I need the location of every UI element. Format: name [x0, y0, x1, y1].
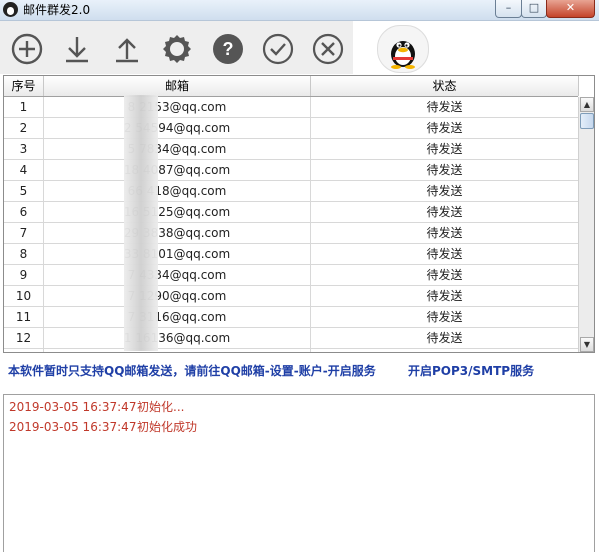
- notice-text: 本软件暂时只支持QQ邮箱发送，请前往QQ邮箱-设置-账户-开启服务: [8, 364, 376, 378]
- row-status: 待发送: [311, 181, 579, 201]
- scrollbar-thumb[interactable]: [580, 113, 594, 129]
- row-number: 9: [4, 265, 44, 285]
- row-email: 33 8101@qq.com: [44, 244, 311, 264]
- row-number: 12: [4, 328, 44, 348]
- enable-smtp-link[interactable]: 开启POP3/SMTP服务: [408, 362, 534, 379]
- table-row[interactable]: 11 7 3116@qq.com 待发送: [4, 307, 579, 328]
- row-number: 7: [4, 223, 44, 243]
- table-row[interactable]: 8 33 8101@qq.com 待发送: [4, 244, 579, 265]
- table-row[interactable]: 97 4334@qq.com 待发送: [4, 265, 579, 286]
- row-email: 2 54594@qq.com: [44, 118, 311, 138]
- maximize-button[interactable]: □: [521, 0, 547, 18]
- row-number: 8: [4, 244, 44, 264]
- row-number: 4: [4, 160, 44, 180]
- svg-text:?: ?: [223, 39, 234, 59]
- table-row[interactable]: 35 7834@qq.com 待发送: [4, 139, 579, 160]
- row-email: 8 2153@qq.com: [44, 97, 311, 117]
- qq-penguin-icon[interactable]: [377, 25, 429, 73]
- row-email: 66 418@qq.com: [44, 181, 311, 201]
- row-status: 待发送: [311, 160, 579, 180]
- toolbar: ?: [0, 21, 599, 74]
- row-email: 5 7834@qq.com: [44, 139, 311, 159]
- row-email: 29 3838@qq.com: [44, 223, 311, 243]
- redaction-blur: [124, 95, 158, 351]
- row-number: 5: [4, 181, 44, 201]
- table-row[interactable]: 22 54594@qq.com 待发送: [4, 118, 579, 139]
- log-line: 2019-03-05 16:37:47初始化成功: [9, 418, 197, 435]
- row-status: 待发送: [311, 265, 579, 285]
- row-status: 待发送: [311, 139, 579, 159]
- log-line: 2019-03-05 16:37:47初始化...: [9, 398, 184, 415]
- minimize-button[interactable]: –: [495, 0, 522, 18]
- row-number: 3: [4, 139, 44, 159]
- log-message: 初始化...: [137, 400, 185, 414]
- row-number: 11: [4, 307, 44, 327]
- column-header-status[interactable]: 状态: [311, 76, 579, 96]
- row-email: 7 3116@qq.com: [44, 307, 311, 327]
- row-email: 7 4334@qq.com: [44, 265, 311, 285]
- table-row[interactable]: 4 18 4087@qq.com 待发送: [4, 160, 579, 181]
- row-status: 待发送: [311, 328, 579, 348]
- column-header-email[interactable]: 邮箱: [44, 76, 311, 96]
- table-row[interactable]: 5 66 418@qq.com 待发送: [4, 181, 579, 202]
- log-timestamp: 2019-03-05 16:37:47: [9, 400, 137, 414]
- upload-icon[interactable]: [110, 32, 144, 66]
- row-status: 待发送: [311, 118, 579, 138]
- scroll-down-arrow-icon[interactable]: ▼: [580, 337, 594, 352]
- table-row[interactable]: 6 16 5125@qq.com 待发送: [4, 202, 579, 223]
- add-icon[interactable]: [10, 32, 44, 66]
- row-email: 16 5125@qq.com: [44, 202, 311, 222]
- row-email: 1 16136@qq.com: [44, 328, 311, 348]
- row-status: 待发送: [311, 202, 579, 222]
- close-button[interactable]: ✕: [546, 0, 595, 18]
- log-timestamp: 2019-03-05 16:37:47: [9, 420, 137, 434]
- row-status: 待发送: [311, 286, 579, 306]
- table-scrollbar[interactable]: ▲ ▼: [578, 97, 594, 352]
- window-title: 邮件群发2.0: [23, 3, 91, 17]
- help-icon[interactable]: ?: [211, 32, 245, 66]
- email-table: 序号 邮箱 状态 18 2153@qq.com 待发送 2 2 54594@qq.co…: [3, 75, 595, 353]
- notice-bar: 本软件暂时只支持QQ邮箱发送，请前往QQ邮箱-设置-账户-开启服务 开启POP3…: [0, 353, 599, 393]
- row-number: 6: [4, 202, 44, 222]
- table-row[interactable]: 10 7 1290@qq.com 待发送: [4, 286, 579, 307]
- row-number: 10: [4, 286, 44, 306]
- cancel-icon[interactable]: [311, 32, 345, 66]
- log-message: 初始化成功: [137, 420, 198, 434]
- scroll-up-arrow-icon[interactable]: ▲: [580, 97, 594, 112]
- row-email: 7 1290@qq.com: [44, 286, 311, 306]
- title-bar: 邮件群发2.0 – □ ✕: [0, 0, 599, 21]
- column-header-number[interactable]: 序号: [4, 76, 44, 96]
- row-number: 2: [4, 118, 44, 138]
- table-row[interactable]: 7 29 3838@qq.com 待发送: [4, 223, 579, 244]
- check-icon[interactable]: [261, 32, 295, 66]
- row-status: 待发送: [311, 223, 579, 243]
- row-status: 待发送: [311, 97, 579, 117]
- table-row[interactable]: 12 1 16136@qq.com 待发送: [4, 328, 579, 349]
- log-panel: 2019-03-05 16:37:47初始化... 2019-03-05 16:3…: [3, 394, 595, 552]
- table-body: 18 2153@qq.com 待发送 2 2 54594@qq.com 待发送 3 5 78…: [4, 97, 579, 352]
- settings-icon[interactable]: [160, 32, 194, 66]
- row-email: 18 4087@qq.com: [44, 160, 311, 180]
- table-header: 序号 邮箱 状态: [4, 76, 579, 97]
- row-status: 待发送: [311, 307, 579, 327]
- row-status: 待发送: [311, 244, 579, 264]
- table-row[interactable]: 18 2153@qq.com 待发送: [4, 97, 579, 118]
- app-logo-icon: [3, 2, 18, 17]
- row-number: 1: [4, 97, 44, 117]
- download-icon[interactable]: [60, 32, 94, 66]
